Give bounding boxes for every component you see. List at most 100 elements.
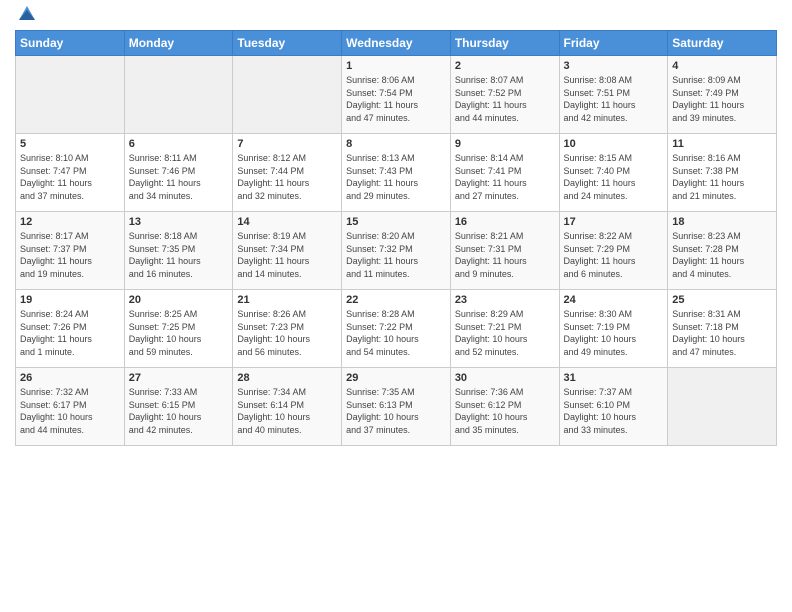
week-row-5: 26Sunrise: 7:32 AMSunset: 6:17 PMDayligh… xyxy=(16,368,777,446)
day-info: Sunrise: 7:33 AMSunset: 6:15 PMDaylight:… xyxy=(129,386,229,436)
day-number: 21 xyxy=(237,294,337,306)
day-info: Sunrise: 8:23 AMSunset: 7:28 PMDaylight:… xyxy=(672,230,772,280)
header-cell-wednesday: Wednesday xyxy=(342,31,451,56)
calendar-container: SundayMondayTuesdayWednesdayThursdayFrid… xyxy=(0,0,792,612)
week-row-4: 19 Sunrise: 8:24 AMSunset: 7:26 PMDayligh… xyxy=(16,290,777,368)
day-info: Sunrise: 8:10 AMSunset: 7:47 PMDaylight:… xyxy=(20,152,120,202)
day-number: 2 xyxy=(455,60,555,72)
day-number: 19 xyxy=(20,294,120,306)
header-cell-sunday: Sunday xyxy=(16,31,125,56)
day-cell: 7 Sunrise: 8:12 AMSunset: 7:44 PMDaylight… xyxy=(233,134,342,212)
day-number: 11 xyxy=(672,138,772,150)
day-number: 12 xyxy=(20,216,120,228)
day-number: 27 xyxy=(129,372,229,384)
day-cell: 22 Sunrise: 8:28 AMSunset: 7:22 PMDayligh… xyxy=(342,290,451,368)
day-number: 20 xyxy=(129,294,229,306)
logo-icon xyxy=(17,2,37,22)
day-info: Sunrise: 8:09 AMSunset: 7:49 PMDaylight:… xyxy=(672,74,772,124)
day-cell: 27 Sunrise: 7:33 AMSunset: 6:15 PMDayligh… xyxy=(124,368,233,446)
week-row-2: 5 Sunrise: 8:10 AMSunset: 7:47 PMDaylight… xyxy=(16,134,777,212)
day-info: Sunrise: 8:20 AMSunset: 7:32 PMDaylight:… xyxy=(346,230,446,280)
day-info: Sunrise: 8:30 AMSunset: 7:19 PMDaylight:… xyxy=(564,308,664,358)
day-cell: 11 Sunrise: 8:16 AMSunset: 7:38 PMDayligh… xyxy=(668,134,777,212)
day-cell: 12 Sunrise: 8:17 AMSunset: 7:37 PMDayligh… xyxy=(16,212,125,290)
day-info: Sunrise: 8:31 AMSunset: 7:18 PMDaylight:… xyxy=(672,308,772,358)
day-info: Sunrise: 8:15 AMSunset: 7:40 PMDaylight:… xyxy=(564,152,664,202)
day-cell: 29 Sunrise: 7:35 AMSunset: 6:13 PMDayligh… xyxy=(342,368,451,446)
day-number: 4 xyxy=(672,60,772,72)
day-number: 6 xyxy=(129,138,229,150)
day-number: 26 xyxy=(20,372,120,384)
day-info: Sunrise: 8:28 AMSunset: 7:22 PMDaylight:… xyxy=(346,308,446,358)
calendar-table: SundayMondayTuesdayWednesdayThursdayFrid… xyxy=(15,30,777,446)
day-number: 8 xyxy=(346,138,446,150)
day-cell xyxy=(233,56,342,134)
day-number: 10 xyxy=(564,138,664,150)
day-cell: 30Sunrise: 7:36 AMSunset: 6:12 PMDayligh… xyxy=(450,368,559,446)
header-row: SundayMondayTuesdayWednesdayThursdayFrid… xyxy=(16,31,777,56)
day-info: Sunrise: 8:24 AMSunset: 7:26 PMDaylight:… xyxy=(20,308,120,358)
day-cell: 17Sunrise: 8:22 AMSunset: 7:29 PMDayligh… xyxy=(559,212,668,290)
day-cell: 13 Sunrise: 8:18 AMSunset: 7:35 PMDayligh… xyxy=(124,212,233,290)
day-info: Sunrise: 8:26 AMSunset: 7:23 PMDaylight:… xyxy=(237,308,337,358)
header-cell-tuesday: Tuesday xyxy=(233,31,342,56)
day-cell xyxy=(124,56,233,134)
day-info: Sunrise: 8:29 AMSunset: 7:21 PMDaylight:… xyxy=(455,308,555,358)
day-info: Sunrise: 8:25 AMSunset: 7:25 PMDaylight:… xyxy=(129,308,229,358)
day-info: Sunrise: 8:07 AMSunset: 7:52 PMDaylight:… xyxy=(455,74,555,124)
day-info: Sunrise: 8:13 AMSunset: 7:43 PMDaylight:… xyxy=(346,152,446,202)
day-info: Sunrise: 8:18 AMSunset: 7:35 PMDaylight:… xyxy=(129,230,229,280)
day-number: 14 xyxy=(237,216,337,228)
header-cell-friday: Friday xyxy=(559,31,668,56)
day-info: Sunrise: 8:21 AMSunset: 7:31 PMDaylight:… xyxy=(455,230,555,280)
day-info: Sunrise: 8:08 AMSunset: 7:51 PMDaylight:… xyxy=(564,74,664,124)
day-info: Sunrise: 7:34 AMSunset: 6:14 PMDaylight:… xyxy=(237,386,337,436)
day-number: 25 xyxy=(672,294,772,306)
day-number: 22 xyxy=(346,294,446,306)
header-cell-monday: Monday xyxy=(124,31,233,56)
day-number: 31 xyxy=(564,372,664,384)
header xyxy=(15,10,777,22)
day-cell: 28Sunrise: 7:34 AMSunset: 6:14 PMDayligh… xyxy=(233,368,342,446)
day-number: 30 xyxy=(455,372,555,384)
logo xyxy=(15,10,37,22)
day-info: Sunrise: 8:16 AMSunset: 7:38 PMDaylight:… xyxy=(672,152,772,202)
day-cell: 15 Sunrise: 8:20 AMSunset: 7:32 PMDayligh… xyxy=(342,212,451,290)
week-row-3: 12 Sunrise: 8:17 AMSunset: 7:37 PMDayligh… xyxy=(16,212,777,290)
day-info: Sunrise: 8:12 AMSunset: 7:44 PMDaylight:… xyxy=(237,152,337,202)
day-number: 15 xyxy=(346,216,446,228)
day-cell: 31 Sunrise: 7:37 AMSunset: 6:10 PMDayligh… xyxy=(559,368,668,446)
header-cell-saturday: Saturday xyxy=(668,31,777,56)
day-info: Sunrise: 7:37 AMSunset: 6:10 PMDaylight:… xyxy=(564,386,664,436)
day-cell: 16 Sunrise: 8:21 AMSunset: 7:31 PMDayligh… xyxy=(450,212,559,290)
day-cell: 5 Sunrise: 8:10 AMSunset: 7:47 PMDaylight… xyxy=(16,134,125,212)
day-cell: 18 Sunrise: 8:23 AMSunset: 7:28 PMDayligh… xyxy=(668,212,777,290)
day-info: Sunrise: 8:06 AMSunset: 7:54 PMDaylight:… xyxy=(346,74,446,124)
day-info: Sunrise: 7:35 AMSunset: 6:13 PMDaylight:… xyxy=(346,386,446,436)
day-number: 7 xyxy=(237,138,337,150)
day-number: 9 xyxy=(455,138,555,150)
day-number: 16 xyxy=(455,216,555,228)
day-number: 29 xyxy=(346,372,446,384)
day-info: Sunrise: 8:11 AMSunset: 7:46 PMDaylight:… xyxy=(129,152,229,202)
week-row-1: 1 Sunrise: 8:06 AMSunset: 7:54 PMDaylight… xyxy=(16,56,777,134)
day-cell: 10 Sunrise: 8:15 AMSunset: 7:40 PMDayligh… xyxy=(559,134,668,212)
day-cell: 2 Sunrise: 8:07 AMSunset: 7:52 PMDaylight… xyxy=(450,56,559,134)
day-cell: 14 Sunrise: 8:19 AMSunset: 7:34 PMDayligh… xyxy=(233,212,342,290)
header-cell-thursday: Thursday xyxy=(450,31,559,56)
day-number: 3 xyxy=(564,60,664,72)
day-cell: 9Sunrise: 8:14 AMSunset: 7:41 PMDaylight… xyxy=(450,134,559,212)
day-cell: 20 Sunrise: 8:25 AMSunset: 7:25 PMDayligh… xyxy=(124,290,233,368)
day-cell xyxy=(668,368,777,446)
day-cell: 23Sunrise: 8:29 AMSunset: 7:21 PMDayligh… xyxy=(450,290,559,368)
day-number: 5 xyxy=(20,138,120,150)
day-number: 13 xyxy=(129,216,229,228)
day-cell: 25 Sunrise: 8:31 AMSunset: 7:18 PMDayligh… xyxy=(668,290,777,368)
day-number: 18 xyxy=(672,216,772,228)
day-info: Sunrise: 8:17 AMSunset: 7:37 PMDaylight:… xyxy=(20,230,120,280)
day-cell: 3 Sunrise: 8:08 AMSunset: 7:51 PMDaylight… xyxy=(559,56,668,134)
day-number: 1 xyxy=(346,60,446,72)
day-cell: 4 Sunrise: 8:09 AMSunset: 7:49 PMDaylight… xyxy=(668,56,777,134)
day-cell: 19 Sunrise: 8:24 AMSunset: 7:26 PMDayligh… xyxy=(16,290,125,368)
day-info: Sunrise: 8:19 AMSunset: 7:34 PMDaylight:… xyxy=(237,230,337,280)
